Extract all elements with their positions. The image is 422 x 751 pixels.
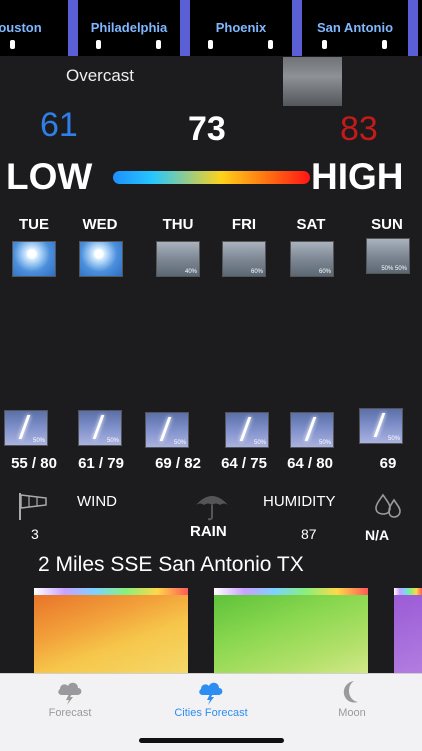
city-tab-label: Philadelphia <box>90 20 168 35</box>
overcast-icon <box>283 57 342 106</box>
map-color-scale <box>214 588 368 595</box>
precip-percent: 60% <box>318 269 331 275</box>
lightning-icon <box>18 415 31 439</box>
precip-percent: 50% <box>106 438 119 444</box>
temp-range-fri: 64 / 75 <box>221 455 267 472</box>
thunderstorm-icon: 50% <box>4 410 48 446</box>
extra-value: N/A <box>365 527 390 543</box>
precip-percent: 50% <box>318 440 331 446</box>
precip-percent: 40% <box>184 269 197 275</box>
windsock-icon <box>19 493 47 520</box>
rain-icon: 60% <box>290 241 334 277</box>
rain-label: RAIN <box>190 523 227 540</box>
day-label-wed: WED <box>82 216 118 233</box>
humidity-value: 87 <box>301 526 317 542</box>
dot-icon <box>268 40 273 49</box>
precip-percent: 50% <box>387 436 400 442</box>
city-tab-label: ouston <box>0 20 42 35</box>
city-tab-bar: ouston Philadelphia Phoenix San Antonio <box>0 0 422 56</box>
location-label: 2 Miles SSE San Antonio TX <box>38 553 304 576</box>
home-indicator <box>139 738 284 743</box>
day-label-sat: SAT <box>296 216 326 233</box>
city-tab-label: San Antonio <box>316 20 394 35</box>
rain-icon: 60% <box>222 241 266 277</box>
day-label-sun: SUN <box>371 216 403 233</box>
precip-percent: 50% <box>173 440 186 446</box>
precip-percent: 60% <box>250 269 263 275</box>
current-condition: Overcast <box>66 66 135 85</box>
tab-label: Forecast <box>48 707 92 719</box>
map-color-scale <box>34 588 188 595</box>
dot-icon <box>382 40 387 49</box>
sunny-icon <box>12 241 56 277</box>
rain-storm-icon: 50% 50% <box>366 238 410 274</box>
dot-icon <box>322 40 327 49</box>
dot-icon <box>156 40 161 49</box>
tab-label: Cities Forecast <box>174 707 248 719</box>
city-tab-san-antonio[interactable]: San Antonio <box>292 0 418 56</box>
radar-map[interactable] <box>34 588 188 674</box>
humidity-label: HUMIDITY <box>263 493 336 510</box>
temp-range-sat: 64 / 80 <box>287 455 333 472</box>
low-label: LOW <box>6 156 93 197</box>
temperature-gradient-bar <box>113 171 310 184</box>
dot-icon <box>96 40 101 49</box>
wind-label: WIND <box>77 493 117 510</box>
current-temp: 73 <box>188 110 226 148</box>
umbrella-icon <box>196 496 228 521</box>
high-label: HIGH <box>311 156 404 197</box>
thunderstorm-icon: 50% <box>145 412 189 448</box>
low-temp: 61 <box>40 106 78 144</box>
thunderstorm-icon: 50% <box>290 412 334 448</box>
temp-range-sun: 69 <box>379 455 397 472</box>
radar-map[interactable] <box>394 588 422 674</box>
lightning-icon <box>239 417 252 441</box>
lightning-icon <box>92 415 105 439</box>
dot-icon <box>10 40 15 49</box>
thunderstorm-icon: 50% <box>359 408 403 444</box>
rain-icon: 40% <box>156 241 200 277</box>
dot-icon <box>208 40 213 49</box>
wind-value: 3 <box>31 526 39 542</box>
temp-range-wed: 61 / 79 <box>78 455 124 472</box>
radar-map[interactable] <box>214 588 368 674</box>
tab-forecast[interactable]: Forecast <box>0 674 140 734</box>
precip-percent: 50% 50% <box>381 266 407 272</box>
cloud-storm-icon <box>58 682 82 705</box>
tab-label: Moon <box>338 707 366 719</box>
city-tab-label: Phoenix <box>215 20 267 35</box>
day-label-tue: TUE <box>19 216 49 233</box>
precip-percent: 50% <box>32 438 45 444</box>
thunderstorm-icon: 50% <box>225 412 269 448</box>
lightning-icon <box>373 413 386 437</box>
moon-icon <box>343 681 358 703</box>
water-drops-icon <box>375 493 401 518</box>
map-region <box>214 595 368 674</box>
day-label-fri: FRI <box>231 216 257 233</box>
tab-moon[interactable]: Moon <box>282 674 422 734</box>
tab-cities-forecast[interactable]: Cities Forecast <box>141 674 281 734</box>
thunderstorm-icon: 50% <box>78 410 122 446</box>
day-label-thu: THU <box>162 216 194 233</box>
precip-percent: 50% <box>253 440 266 446</box>
city-tab-phoenix[interactable]: Phoenix <box>180 0 302 56</box>
temp-range-tue: 55 / 80 <box>11 455 57 472</box>
map-region <box>34 595 188 674</box>
lightning-icon <box>159 417 172 441</box>
map-region <box>394 595 422 674</box>
map-color-scale <box>394 588 422 595</box>
cloud-storm-icon <box>199 682 223 705</box>
city-tab-philadelphia[interactable]: Philadelphia <box>68 0 190 56</box>
sunny-icon <box>79 241 123 277</box>
temp-range-thu: 69 / 82 <box>155 455 201 472</box>
high-temp: 83 <box>340 110 378 148</box>
lightning-icon <box>304 417 317 441</box>
